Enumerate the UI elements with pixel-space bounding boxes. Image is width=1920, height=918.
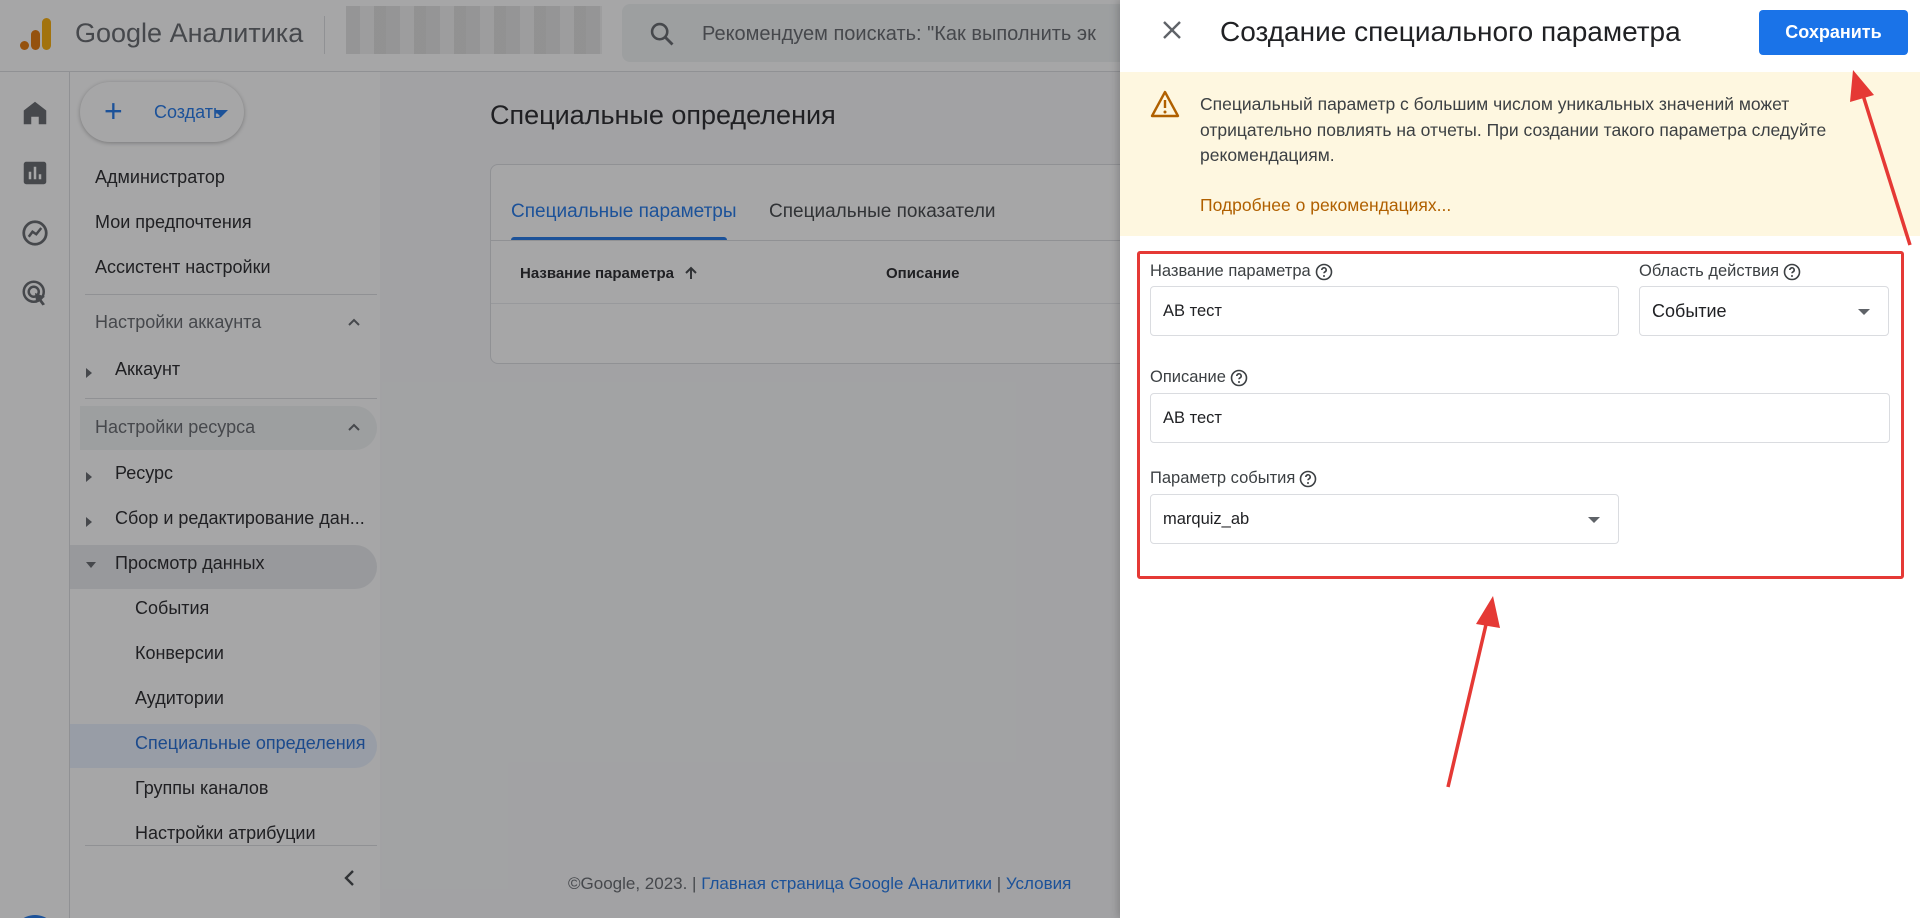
modal-scrim[interactable] bbox=[0, 0, 1120, 918]
panel-title: Создание специального параметра bbox=[1220, 16, 1681, 47]
warning-banner: Специальный параметр с большим числом ун… bbox=[1120, 72, 1920, 236]
recommendations-link[interactable]: Подробнее о рекомендациях... bbox=[1200, 195, 1451, 216]
warning-icon bbox=[1150, 90, 1180, 118]
save-button[interactable]: Сохранить bbox=[1759, 10, 1908, 55]
annotation-highlight-box bbox=[1137, 251, 1904, 579]
close-icon[interactable] bbox=[1160, 18, 1184, 42]
warning-text: Специальный параметр с большим числом ун… bbox=[1200, 94, 1827, 165]
